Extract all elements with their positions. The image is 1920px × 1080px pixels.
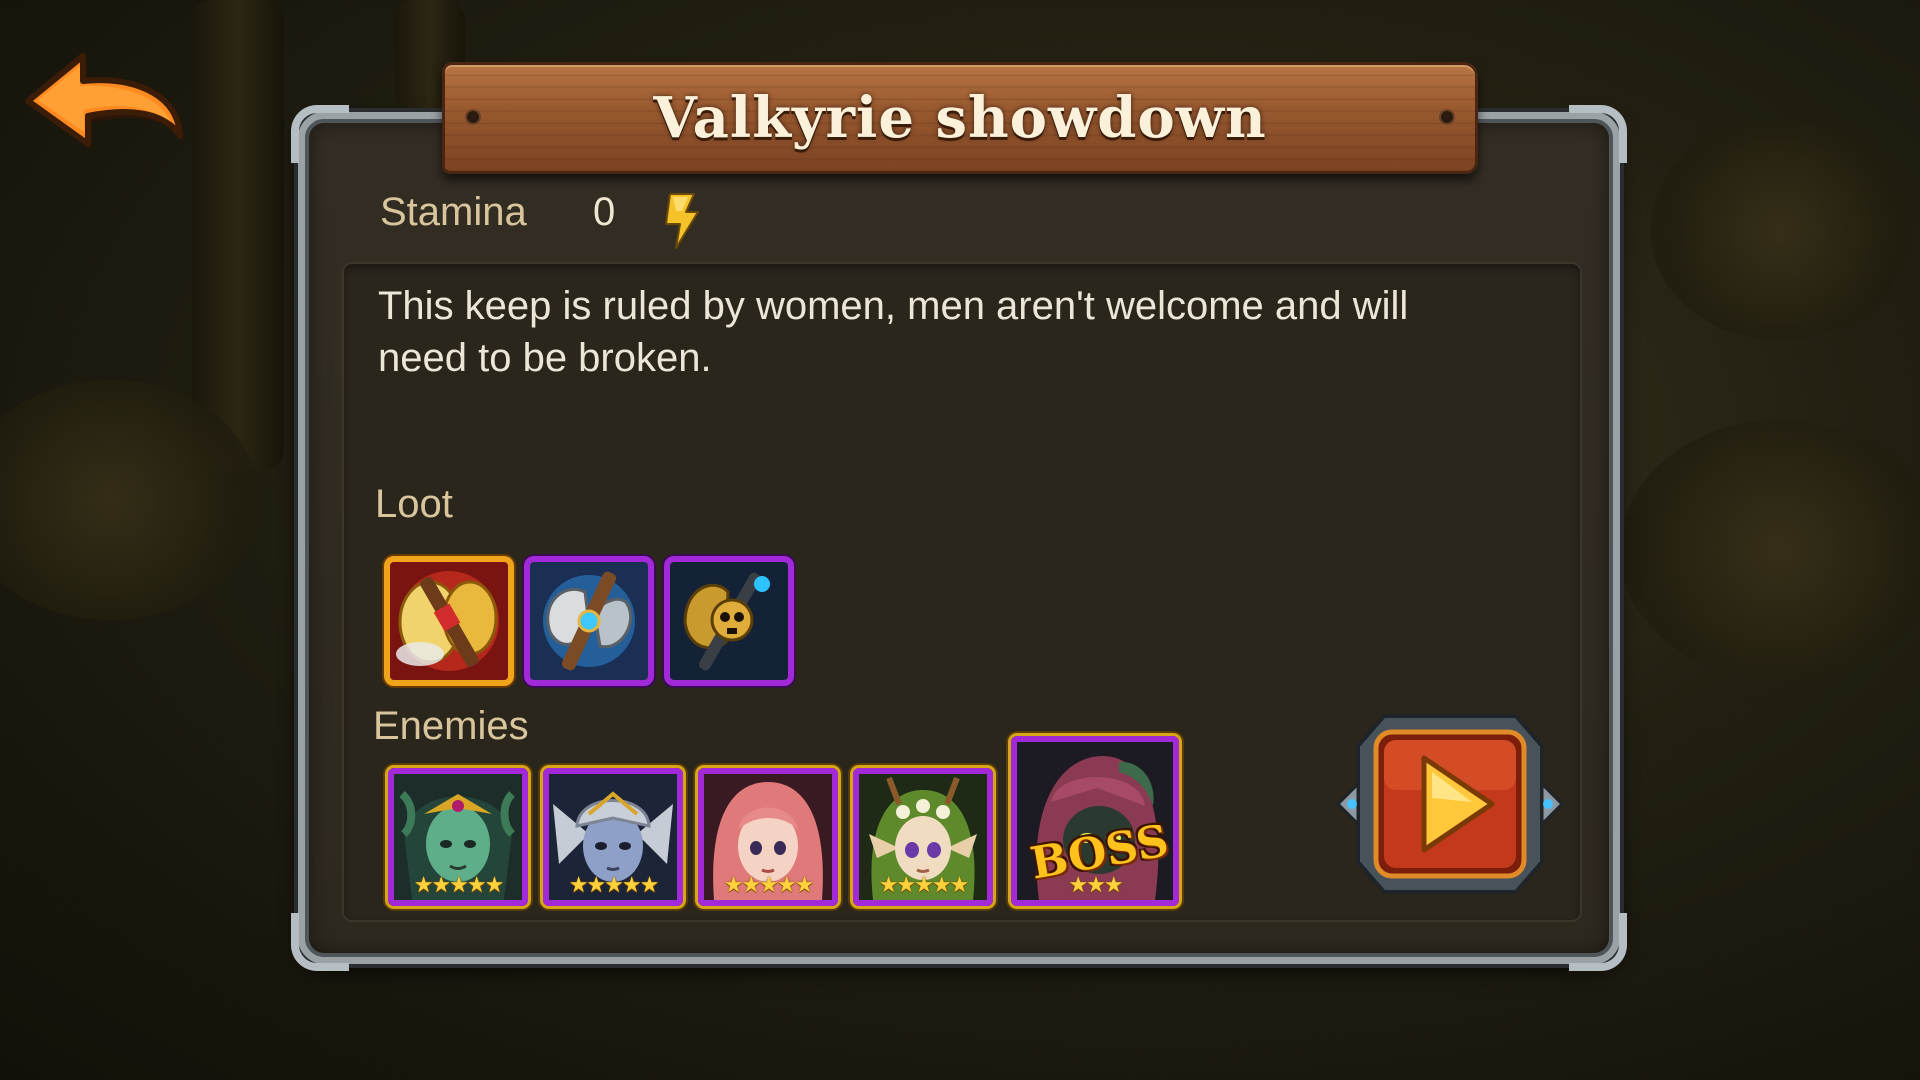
back-arrow-icon bbox=[25, 53, 184, 150]
back-button[interactable] bbox=[8, 26, 188, 161]
enemy-stars: ★★★★★ bbox=[413, 872, 505, 897]
lightning-bolt-icon bbox=[665, 193, 699, 249]
loot-item-golden-axe[interactable] bbox=[384, 556, 514, 686]
loot-label: Loot bbox=[375, 482, 453, 526]
panel-corner-ornament bbox=[291, 105, 349, 163]
panel-corner-ornament bbox=[1569, 913, 1627, 971]
enemy-portrait[interactable]: ★★★★★ bbox=[543, 768, 683, 906]
loot-item-skull-axe[interactable] bbox=[664, 556, 794, 686]
nail-icon bbox=[467, 111, 479, 123]
stamina-value: 0 bbox=[593, 190, 616, 234]
golden-axe-icon bbox=[390, 562, 508, 680]
title-plank: Valkyrie showdown bbox=[442, 62, 1478, 174]
enemy-portrait[interactable]: ★★★★★ bbox=[388, 768, 528, 906]
background-bush bbox=[1650, 120, 1910, 340]
enemy-portrait[interactable]: ★★★★★ bbox=[698, 768, 838, 906]
enemy-stars: ★★★★★ bbox=[568, 872, 660, 897]
stamina-label: Stamina bbox=[380, 190, 527, 234]
play-icon bbox=[1421, 755, 1495, 853]
skull-axe-icon bbox=[670, 562, 788, 680]
background-bush bbox=[1620, 420, 1920, 680]
nail-icon bbox=[1441, 111, 1453, 123]
enemy-stars: ★★★★★ bbox=[878, 872, 970, 897]
enemy-portrait[interactable]: ★★★★★ bbox=[853, 768, 993, 906]
start-battle-button[interactable] bbox=[1335, 706, 1565, 902]
background-tree-trunk bbox=[192, 0, 284, 470]
panel-corner-ornament bbox=[291, 913, 349, 971]
stage-description: This keep is ruled by women, men aren't … bbox=[378, 284, 1409, 380]
dialog-title: Valkyrie showdown bbox=[653, 85, 1267, 151]
enemy-stars: ★★★★★ bbox=[723, 872, 815, 897]
loot-item-battle-axe[interactable] bbox=[524, 556, 654, 686]
enemy-stars: ★★★ bbox=[1068, 872, 1123, 897]
panel-corner-ornament bbox=[1569, 105, 1627, 163]
enemy-portrait-boss[interactable]: BOSS ★★★ bbox=[1011, 736, 1179, 906]
battle-axe-icon bbox=[530, 562, 648, 680]
enemies-label: Enemies bbox=[373, 704, 529, 748]
